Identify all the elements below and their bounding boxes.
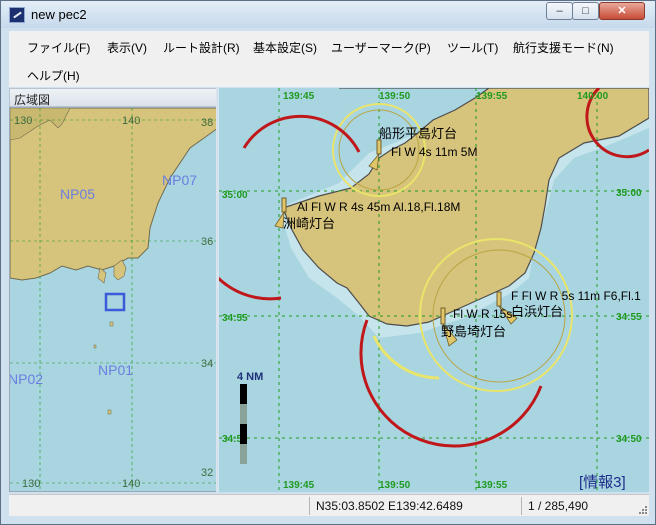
overview-izu [97, 267, 107, 284]
app-icon [9, 7, 25, 23]
lat-label: 34:55 [222, 313, 248, 324]
lat-label: 35:00 [222, 190, 248, 201]
lon-label: 139:45 [283, 480, 315, 491]
status-bar: N35:03.8502 E139:42.6489 1 / 285,490 [9, 494, 649, 516]
menu-navigation-mode[interactable]: 航行支援モード(N) [513, 39, 614, 56]
lighthouse-icon [496, 291, 502, 307]
lon-label: 139:55 [476, 91, 508, 102]
maximize-button[interactable]: □ [572, 2, 599, 20]
light-sector-white [372, 335, 440, 380]
overview-viewport-box [104, 292, 126, 312]
lon-label: 139:55 [476, 480, 508, 491]
menu-user-mark[interactable]: ユーザーマーク(P) [331, 39, 431, 56]
lat-label: 34:55 [616, 312, 642, 323]
menu-file[interactable]: ファイル(F) [27, 39, 90, 56]
minimize-button[interactable]: – [546, 2, 573, 20]
scale-bar: 4 NM [237, 371, 263, 464]
lon-label: 139:50 [379, 91, 411, 102]
chart-map[interactable]: 船形平島灯台 Fl W 4s 11m 5M Al Fl W R 4s 45m A… [219, 88, 649, 492]
overview-map-canvas: 130 140 130 140 38 36 34 32 NP05 NP07 NP… [10, 108, 216, 491]
light-characteristic: Fl W R 15s [453, 307, 512, 321]
light-name: 洲崎灯台 [283, 216, 335, 231]
lat-label: 35:00 [616, 188, 642, 199]
menu-bar: ファイル(F) 表示(V) ルート設計(R) 基本設定(S) ユーザーマーク(P… [9, 31, 649, 87]
overview-land [10, 108, 216, 281]
status-coords: N35:03.8502 E139:42.6489 [309, 497, 521, 515]
scale-label: 4 NM [237, 371, 263, 383]
chart-canvas: 船形平島灯台 Fl W 4s 11m 5M Al Fl W R 4s 45m A… [219, 88, 649, 492]
overview-zone-label: NP07 [162, 172, 197, 188]
lon-label: 139:45 [283, 91, 315, 102]
overview-lon-label: 140 [122, 478, 140, 490]
lighthouse-icon [376, 139, 382, 155]
window-title: new pec2 [31, 7, 87, 22]
overview-lon-label: 130 [14, 115, 32, 127]
light-name: 船形平島灯台 [379, 126, 457, 141]
overview-zone-label: NP02 [10, 371, 43, 387]
title-bar[interactable]: new pec2 – □ ✕ [1, 1, 655, 28]
scale-segment [240, 424, 247, 444]
overview-lat-label: 32 [201, 467, 213, 479]
overview-lat-label: 36 [201, 236, 213, 248]
light-characteristic: Fl W 4s 11m 5M [391, 145, 477, 159]
lighthouse-icon [281, 197, 287, 213]
overview-lon-label: 140 [122, 115, 140, 127]
scale-segment [240, 404, 247, 424]
light-sector-red [219, 276, 282, 301]
info-tag: [情報3] [579, 474, 626, 491]
menu-basic-settings[interactable]: 基本設定(S) [253, 39, 317, 56]
close-button[interactable]: ✕ [599, 2, 645, 20]
status-scale: 1 / 285,490 [521, 497, 631, 515]
overview-lat-label: 38 [201, 117, 213, 129]
overview-zone-label: NP05 [60, 186, 95, 202]
lighthouse-icon [440, 307, 446, 325]
overview-zone-label: NP01 [98, 362, 133, 378]
resize-grip-icon[interactable] [637, 504, 647, 514]
scale-segment [240, 444, 247, 464]
overview-lat-label: 34 [201, 358, 213, 370]
menu-tools[interactable]: ツール(T) [447, 39, 498, 56]
menu-help[interactable]: ヘルプ(H) [27, 67, 80, 84]
light-characteristic: Al Fl W R 4s 45m Al.18,Fl.18M [297, 200, 460, 214]
overview-header: 広域図 [9, 88, 217, 107]
app-window: new pec2 – □ ✕ ファイル(F) 表示(V) ルート設計(R) 基本… [0, 0, 656, 525]
lat-label: 34:50 [616, 434, 642, 445]
lon-label: 140:00 [577, 91, 609, 102]
light-characteristic: F Fl W R 5s 11m F6,Fl.1 [511, 289, 641, 303]
scale-segment [240, 384, 247, 404]
light-name: 野島埼灯台 [441, 324, 506, 339]
overview-map[interactable]: 130 140 130 140 38 36 34 32 NP05 NP07 NP… [9, 107, 217, 492]
light-name: 白浜灯台 [511, 304, 563, 319]
overview-title: 広域図 [14, 93, 51, 107]
lon-label: 139:50 [379, 480, 411, 491]
menu-view[interactable]: 表示(V) [107, 39, 147, 56]
menu-route-design[interactable]: ルート設計(R) [163, 39, 240, 56]
overview-lon-label: 130 [22, 478, 40, 490]
